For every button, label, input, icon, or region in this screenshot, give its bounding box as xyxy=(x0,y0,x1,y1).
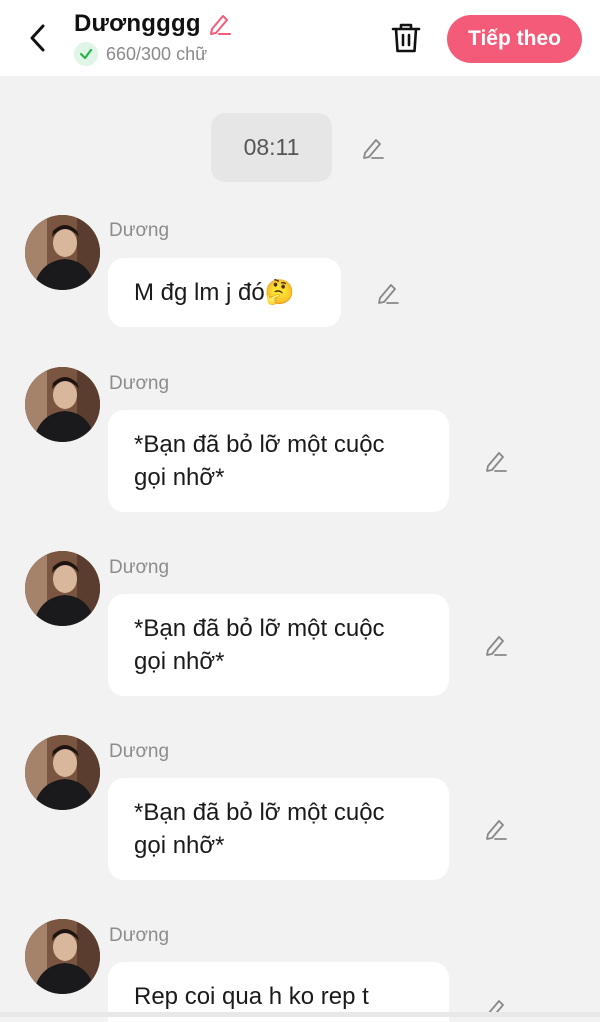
edit-message-icon[interactable] xyxy=(482,631,510,659)
back-arrow-icon xyxy=(30,24,45,52)
title-block: Dươngggg 660/300 chữ xyxy=(74,10,233,66)
message-text: *Bạn đã bỏ lỡ một cuộc gọi nhỡ* xyxy=(134,431,385,491)
message-text: *Bạn đã bỏ lỡ một cuộc gọi nhỡ* xyxy=(134,615,385,675)
valid-check-icon xyxy=(74,42,98,66)
message-bubble[interactable]: M đg lm j đó🤔 xyxy=(108,258,341,327)
avatar[interactable] xyxy=(25,919,100,994)
character-count: 660/300 chữ xyxy=(106,43,208,64)
message-text: *Bạn đã bỏ lỡ một cuộc gọi nhỡ* xyxy=(134,799,385,859)
message-bubble[interactable]: *Bạn đã bỏ lỡ một cuộc gọi nhỡ* xyxy=(108,410,449,512)
back-button[interactable] xyxy=(18,18,58,58)
edit-message-icon[interactable] xyxy=(374,279,402,307)
sender-name: Dương xyxy=(109,557,170,578)
avatar[interactable] xyxy=(25,735,100,810)
trash-icon xyxy=(391,23,421,53)
avatar[interactable] xyxy=(25,215,100,290)
edit-timestamp-icon[interactable] xyxy=(359,134,387,162)
message-bubble[interactable]: *Bạn đã bỏ lỡ một cuộc gọi nhỡ* xyxy=(108,594,449,696)
avatar[interactable] xyxy=(25,551,100,626)
pencil-icon xyxy=(209,15,231,35)
sender-name: Dương xyxy=(109,220,170,241)
edit-title-button[interactable] xyxy=(207,11,233,37)
message-text: M đg lm j đó🤔 xyxy=(134,279,295,306)
avatar[interactable] xyxy=(25,367,100,442)
message-bubble[interactable]: *Bạn đã bỏ lỡ một cuộc gọi nhỡ* xyxy=(108,778,449,880)
bottom-edge xyxy=(0,1012,600,1017)
sender-name: Dương xyxy=(109,925,170,946)
message-text: Rep coi qua h ko rep t xyxy=(134,983,369,1010)
top-bar: Dươngggg 660/300 chữ Tiếp theo xyxy=(0,0,600,76)
chat-area[interactable]: 08:11 Dương M đg lm j đó🤔 Dương *Bạn đã … xyxy=(0,76,600,1022)
edit-message-icon[interactable] xyxy=(482,815,510,843)
chat-title: Dươngggg xyxy=(74,10,201,37)
sender-name: Dương xyxy=(109,373,170,394)
sender-name: Dương xyxy=(109,741,170,762)
next-button[interactable]: Tiếp theo xyxy=(447,15,582,63)
timestamp-chip[interactable]: 08:11 xyxy=(211,113,332,182)
edit-message-icon[interactable] xyxy=(482,996,510,1012)
delete-button[interactable] xyxy=(386,18,426,58)
edit-message-icon[interactable] xyxy=(482,447,510,475)
